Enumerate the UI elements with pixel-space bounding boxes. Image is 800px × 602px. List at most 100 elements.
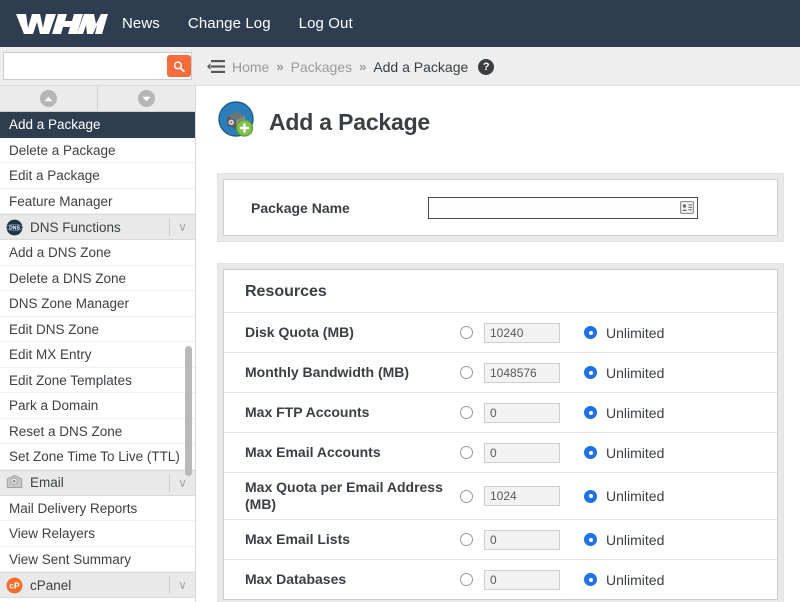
nav-change-log[interactable]: Change Log <box>188 15 271 32</box>
breadcrumb: Home » Packages » Add a Package ? <box>207 47 494 86</box>
chevron-down-icon[interactable]: ∨ <box>169 576 195 594</box>
resource-value-input[interactable] <box>484 323 560 343</box>
svg-text:cP: cP <box>9 580 20 590</box>
chevron-down-icon[interactable]: ∨ <box>169 218 195 236</box>
hamburger-menu-icon[interactable] <box>207 60 225 73</box>
sidebar-expand-all-button[interactable] <box>98 86 195 111</box>
sidebar-scrollbar[interactable] <box>185 346 192 476</box>
help-icon[interactable]: ? <box>478 59 494 75</box>
resource-unlimited-label[interactable]: Unlimited <box>606 325 664 341</box>
resource-unlimited-label[interactable]: Unlimited <box>606 488 664 504</box>
page-title: Add a Package <box>269 109 430 136</box>
breadcrumb-separator: » <box>276 59 283 74</box>
search-input[interactable] <box>4 54 167 78</box>
resource-controls: Unlimited <box>460 443 763 463</box>
resource-value-radio[interactable] <box>460 490 473 503</box>
search-box <box>3 52 192 80</box>
resource-label: Max Quota per Email Address (MB) <box>245 473 460 519</box>
page-header: Add a Package <box>197 86 800 145</box>
resource-unlimited-radio[interactable] <box>584 366 597 379</box>
search-button[interactable] <box>167 55 191 77</box>
search-breadcrumb-bar: Home » Packages » Add a Package ? <box>0 47 800 86</box>
resource-controls: Unlimited <box>460 486 763 506</box>
sidebar-toggle-bar <box>0 86 195 112</box>
resource-value-radio[interactable] <box>460 366 473 379</box>
sidebar-group-label: Email <box>30 475 169 490</box>
sidebar-collapse-all-button[interactable] <box>0 86 98 111</box>
package-name-row: Package Name <box>224 180 777 235</box>
resource-unlimited-label[interactable]: Unlimited <box>606 405 664 421</box>
row-max-databases: Max Databases Unlimited <box>224 559 777 599</box>
sidebar-item-add-a-dns-zone[interactable]: Add a DNS Zone <box>0 240 195 266</box>
resource-label: Max Email Accounts <box>245 438 460 467</box>
resource-controls: Unlimited <box>460 530 763 550</box>
sidebar-item-feature-manager[interactable]: Feature Manager <box>0 189 195 215</box>
sidebar-item-view-relayers[interactable]: View Relayers <box>0 521 195 547</box>
resource-unlimited-radio[interactable] <box>584 446 597 459</box>
resource-controls: Unlimited <box>460 363 763 383</box>
resource-value-input[interactable] <box>484 570 560 590</box>
sidebar-item-reset-a-dns-zone[interactable]: Reset a DNS Zone <box>0 419 195 445</box>
sidebar-item-delete-a-dns-zone[interactable]: Delete a DNS Zone <box>0 266 195 292</box>
sidebar-group-cpanel[interactable]: cP cPanel∨ <box>0 572 195 598</box>
sidebar-item-edit-zone-templates[interactable]: Edit Zone Templates <box>0 368 195 394</box>
sidebar-item-add-a-package[interactable]: Add a Package <box>0 112 195 138</box>
resource-controls: Unlimited <box>460 403 763 423</box>
nav-news[interactable]: News <box>122 15 160 32</box>
package-name-panel: Package Name <box>217 173 784 242</box>
top-navigation-bar: News Change Log Log Out <box>0 0 800 47</box>
resource-value-input[interactable] <box>484 363 560 383</box>
email-icon <box>5 474 23 492</box>
sidebar-item-park-a-domain[interactable]: Park a Domain <box>0 393 195 419</box>
resource-unlimited-radio[interactable] <box>584 573 597 586</box>
resource-unlimited-radio[interactable] <box>584 490 597 503</box>
resource-value-input[interactable] <box>484 486 560 506</box>
resource-value-radio[interactable] <box>460 406 473 419</box>
row-max-ftp-accounts: Max FTP AccountsUnlimited <box>224 392 777 432</box>
sidebar-item-edit-mx-entry[interactable]: Edit MX Entry <box>0 342 195 368</box>
chevron-down-icon[interactable]: ∨ <box>169 474 195 492</box>
resource-unlimited-radio[interactable] <box>584 533 597 546</box>
resource-unlimited-label[interactable]: Unlimited <box>606 532 664 548</box>
breadcrumb-packages[interactable]: Packages <box>291 59 352 75</box>
resource-value-radio[interactable] <box>460 446 473 459</box>
search-icon <box>173 60 185 73</box>
sidebar-menu-list: Add a PackageDelete a PackageEdit a Pack… <box>0 112 195 598</box>
sidebar-item-view-sent-summary[interactable]: View Sent Summary <box>0 547 195 573</box>
resource-value-input[interactable] <box>484 530 560 550</box>
sidebar-group-label: cPanel <box>30 578 169 593</box>
resource-value-input[interactable] <box>484 443 560 463</box>
resource-value-radio[interactable] <box>460 326 473 339</box>
sidebar-group-email[interactable]: Email∨ <box>0 470 195 496</box>
nav-log-out[interactable]: Log Out <box>299 15 353 32</box>
resource-controls: Unlimited <box>460 570 763 590</box>
row-max-quota-per-email-address: Max Quota per Email Address (MB) Unlimite… <box>224 472 777 519</box>
sidebar-item-edit-dns-zone[interactable]: Edit DNS Zone <box>0 317 195 343</box>
sidebar-item-dns-zone-manager[interactable]: DNS Zone Manager <box>0 291 195 317</box>
resource-unlimited-radio[interactable] <box>584 326 597 339</box>
resource-unlimited-label[interactable]: Unlimited <box>606 365 664 381</box>
sidebar-group-label: DNS Functions <box>30 220 169 235</box>
breadcrumb-home[interactable]: Home <box>232 59 269 75</box>
sidebar-item-delete-a-package[interactable]: Delete a Package <box>0 138 195 164</box>
resources-title: Resources <box>224 270 777 312</box>
whm-logo[interactable] <box>0 11 110 37</box>
sidebar-item-edit-a-package[interactable]: Edit a Package <box>0 163 195 189</box>
resource-label: Max Databases <box>245 565 460 594</box>
resource-value-input[interactable] <box>484 403 560 423</box>
resource-unlimited-label[interactable]: Unlimited <box>606 572 664 588</box>
resources-rows: Disk Quota (MB)UnlimitedMonthly Bandwidt… <box>224 312 777 599</box>
sidebar-item-mail-delivery-reports[interactable]: Mail Delivery Reports <box>0 496 195 522</box>
row-disk-quota: Disk Quota (MB) Unlimited <box>224 312 777 352</box>
sidebar-item-set-zone-ttl[interactable]: Set Zone Time To Live (TTL) <box>0 444 195 470</box>
resource-value-radio[interactable] <box>460 573 473 586</box>
resource-unlimited-radio[interactable] <box>584 406 597 419</box>
package-name-input[interactable] <box>428 197 698 219</box>
resource-unlimited-label[interactable]: Unlimited <box>606 445 664 461</box>
breadcrumb-current: Add a Package <box>373 59 468 75</box>
resource-value-radio[interactable] <box>460 533 473 546</box>
resource-label: Disk Quota (MB) <box>245 318 460 347</box>
sidebar-group-dns-functions[interactable]: DNSDNS Functions∨ <box>0 214 195 240</box>
add-package-icon <box>217 100 257 145</box>
chevron-up-icon <box>40 90 57 107</box>
